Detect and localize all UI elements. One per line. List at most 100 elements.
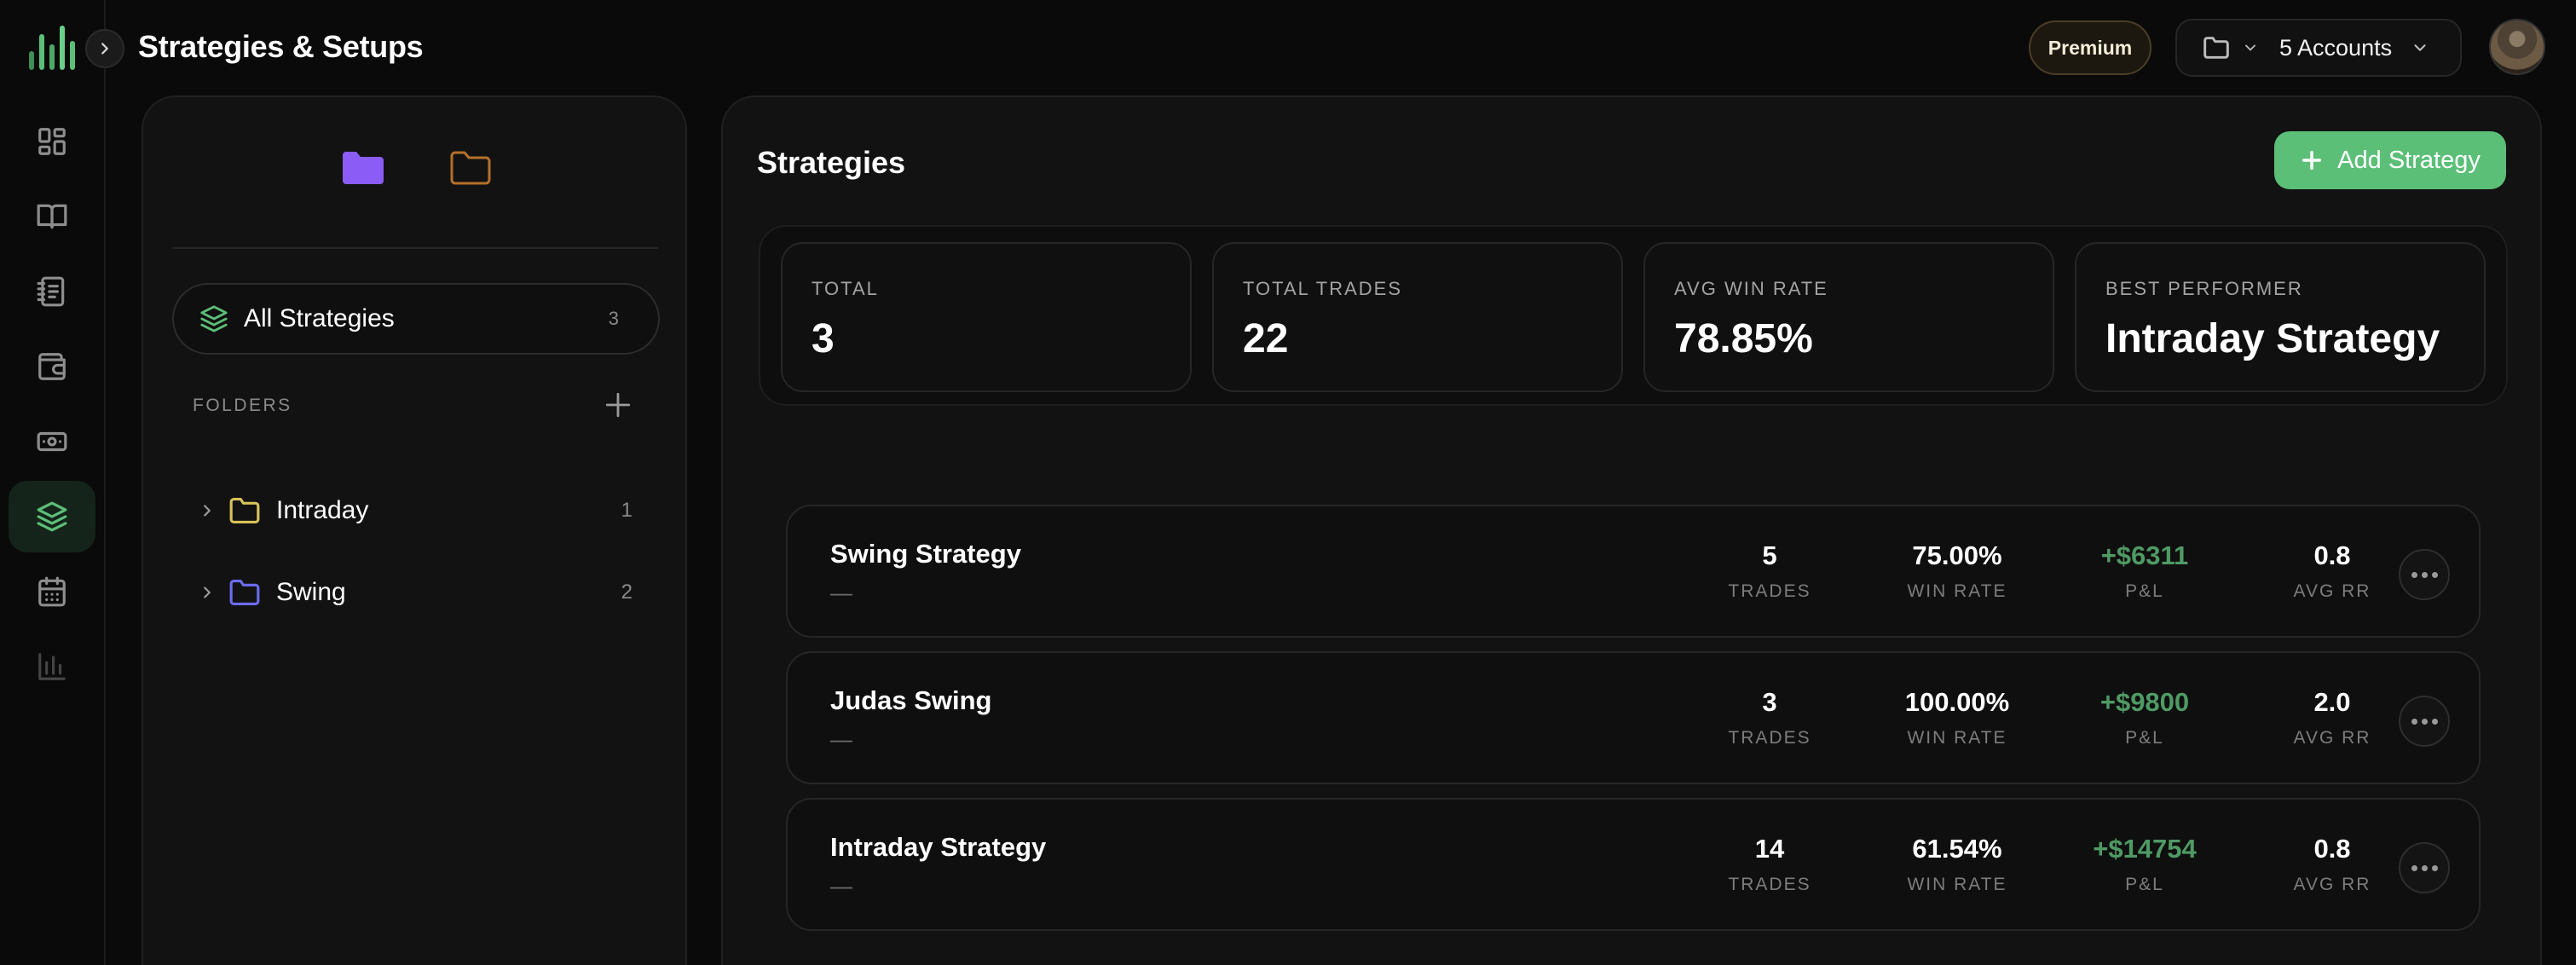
sidebar-item-strategies[interactable] <box>9 481 95 552</box>
metric-label: TRADES <box>1728 728 1811 748</box>
add-strategy-label: Add Strategy <box>2337 146 2481 174</box>
stat-value: 78.85% <box>1674 316 1813 361</box>
stat-value: 3 <box>811 316 835 361</box>
metric-value: 0.8 <box>2313 540 2351 570</box>
strategy-name: Swing Strategy <box>830 539 1021 569</box>
folder-item-swing[interactable]: Swing 2 <box>198 567 632 618</box>
metric-label: TRADES <box>1728 581 1811 601</box>
metric-value: +$9800 <box>2099 687 2190 717</box>
stat-label: TOTAL <box>811 278 879 299</box>
metric-label: TRADES <box>1728 875 1811 894</box>
folder-item-intraday[interactable]: Intraday 1 <box>198 485 632 536</box>
stat-card-total-trades: TOTAL TRADES 22 <box>1212 242 1623 392</box>
notebook-icon <box>37 276 65 307</box>
sidebar-item-reports[interactable] <box>9 631 95 702</box>
stat-value: Intraday Strategy <box>2105 316 2440 361</box>
stat-label: TOTAL TRADES <box>1243 278 1403 299</box>
stat-card-avg-win-rate: AVG WIN RATE 78.85% <box>1643 242 2054 392</box>
metric-value: 0.8 <box>2313 834 2351 864</box>
metric-win-rate: 100.00% WIN RATE <box>1872 687 2042 748</box>
strategy-row[interactable]: Swing Strategy — 5 TRADES 75.00% WIN RAT… <box>786 505 2481 638</box>
metric-trades: 14 TRADES <box>1684 834 1855 895</box>
metric-value: 14 <box>1754 834 1785 864</box>
chevron-down-icon <box>2245 44 2255 51</box>
plus-icon <box>2302 150 2322 170</box>
folder-outline-icon[interactable] <box>447 147 494 189</box>
more-options-button[interactable] <box>2399 549 2450 600</box>
strategy-row[interactable]: Intraday Strategy — 14 TRADES 61.54% WIN… <box>786 798 2481 931</box>
strategy-row[interactable]: Judas Swing — 3 TRADES 100.00% WIN RATE … <box>786 651 2481 784</box>
sidebar-item-notebook[interactable] <box>9 256 95 327</box>
premium-badge[interactable]: Premium <box>2029 20 2151 75</box>
metric-label: P&L <box>2125 581 2164 601</box>
logo-icon[interactable] <box>29 26 75 70</box>
avatar[interactable] <box>2489 19 2545 75</box>
metric-label: AVG RR <box>2293 581 2371 601</box>
folder-name: Swing <box>276 578 346 606</box>
stat-label: BEST PERFORMER <box>2105 278 2303 299</box>
stat-label: AVG WIN RATE <box>1674 278 1828 299</box>
strategies-panel: Strategies Add Strategy TOTAL 3 TOTAL TR… <box>721 95 2542 965</box>
stat-value: 22 <box>1243 316 1289 361</box>
accounts-selector[interactable]: 5 Accounts <box>2175 19 2462 77</box>
all-strategies-count: 3 <box>608 308 619 329</box>
sidebar-rail <box>0 0 106 965</box>
more-options-button[interactable] <box>2399 696 2450 747</box>
folder-count: 2 <box>621 581 632 604</box>
metric-value: 100.00% <box>1904 687 2010 717</box>
chevron-right-icon[interactable] <box>198 583 217 602</box>
folder-name: Intraday <box>276 496 369 524</box>
metric-value: 2.0 <box>2313 687 2351 717</box>
chevron-down-icon <box>2414 44 2426 51</box>
sidebar-item-calendar[interactable] <box>9 556 95 627</box>
bar-chart-icon <box>38 653 66 680</box>
metric-label: WIN RATE <box>1907 728 2007 748</box>
all-strategies-item[interactable]: All Strategies 3 <box>172 283 660 355</box>
metric-pnl: +$6311 P&L <box>2059 540 2230 602</box>
sidebar-item-cash[interactable] <box>9 406 95 477</box>
metric-value: 61.54% <box>1912 834 2002 864</box>
strategy-description: — <box>830 580 852 605</box>
calendar-icon <box>38 576 66 607</box>
accounts-label: 5 Accounts <box>2279 34 2393 61</box>
stat-card-total: TOTAL 3 <box>781 242 1192 392</box>
metric-label: AVG RR <box>2293 875 2371 894</box>
more-options-button[interactable] <box>2399 842 2450 893</box>
metric-pnl: +$14754 P&L <box>2059 834 2230 895</box>
metric-win-rate: 61.54% WIN RATE <box>1872 834 2042 895</box>
folders-panel: All Strategies 3 FOLDERS Intraday 1 Swin… <box>142 95 687 965</box>
metric-avg-rr: 2.0 AVG RR <box>2247 687 2417 748</box>
page-title: Strategies & Setups <box>138 29 424 64</box>
metric-label: P&L <box>2125 728 2164 748</box>
book-icon <box>37 204 67 229</box>
stats-summary: TOTAL 3 TOTAL TRADES 22 AVG WIN RATE 78.… <box>759 225 2508 406</box>
layers-icon <box>37 501 67 532</box>
metric-value: 3 <box>1762 687 1777 717</box>
all-strategies-label: All Strategies <box>244 304 395 332</box>
metric-label: WIN RATE <box>1907 581 2007 601</box>
strategy-name: Judas Swing <box>830 685 992 715</box>
metric-value: +$6311 <box>2100 540 2189 570</box>
sidebar-item-dashboard[interactable] <box>9 106 95 177</box>
metric-label: P&L <box>2125 875 2164 894</box>
strategy-name: Intraday Strategy <box>830 832 1047 862</box>
add-strategy-button[interactable]: Add Strategy <box>2274 131 2506 189</box>
metric-trades: 5 TRADES <box>1684 540 1855 602</box>
metric-label: WIN RATE <box>1907 875 2007 894</box>
layers-icon <box>200 305 228 332</box>
sidebar-item-wallet[interactable] <box>9 331 95 402</box>
folder-filled-icon[interactable] <box>339 147 387 189</box>
metric-pnl: +$9800 P&L <box>2059 687 2230 748</box>
metric-value: +$14754 <box>2093 834 2197 864</box>
folder-icon <box>229 497 260 524</box>
sidebar-item-journal[interactable] <box>9 181 95 252</box>
chevron-right-icon <box>101 43 108 55</box>
expand-sidebar-button[interactable] <box>85 29 124 68</box>
metric-value: 75.00% <box>1912 540 2002 570</box>
chevron-right-icon[interactable] <box>198 501 217 520</box>
add-folder-icon[interactable] <box>604 390 632 419</box>
folders-heading: FOLDERS <box>193 396 292 415</box>
folder-icon <box>229 579 260 606</box>
metric-label: AVG RR <box>2293 728 2371 748</box>
wallet-icon <box>38 353 66 380</box>
